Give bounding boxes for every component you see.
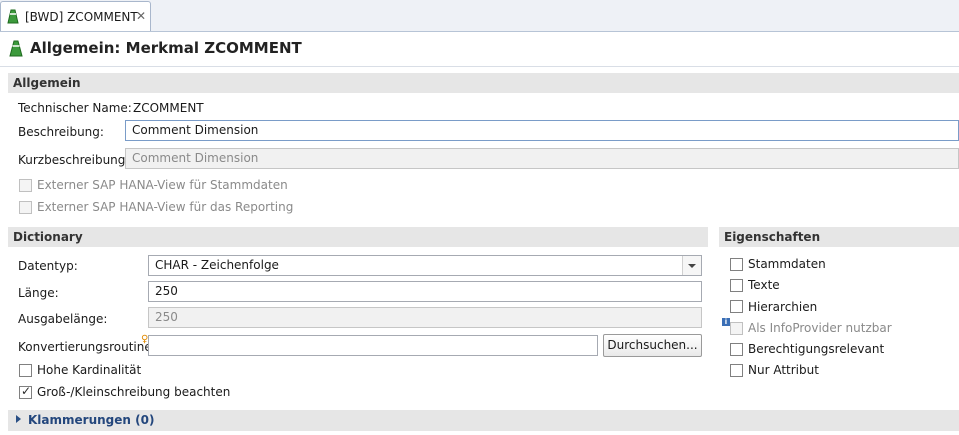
conversion-field[interactable]	[148, 335, 598, 356]
infoprovider-checkbox[interactable]	[730, 322, 743, 335]
texts-label: Texte	[748, 278, 780, 292]
browse-button[interactable]: Durchsuchen...	[603, 334, 702, 357]
editor-tab[interactable]: [BWD] ZCOMMENT ✕	[0, 1, 151, 31]
datatype-label: Datentyp:	[18, 259, 78, 273]
brackets-section[interactable]: Klammerungen (0)	[8, 410, 959, 431]
technical-name-value: ZCOMMENT	[133, 101, 204, 115]
divider	[0, 66, 959, 67]
hana-master-checkbox[interactable]	[19, 179, 32, 192]
hierarchies-checkbox[interactable]	[730, 300, 743, 313]
description-field[interactable]: Comment Dimension	[125, 120, 959, 141]
master-data-label: Stammdaten	[748, 257, 826, 271]
high-cardinality-checkbox[interactable]	[19, 364, 32, 377]
infoprovider-label: Als InfoProvider nutzbar	[748, 321, 892, 335]
conversion-label: Konvertierungsroutine:	[18, 340, 156, 354]
page-title: Allgemein: Merkmal ZCOMMENT	[30, 39, 302, 57]
section-properties-header: Eigenschaften	[719, 227, 959, 247]
short-description-label: Kurzbeschreibung:	[18, 153, 130, 167]
section-allgemein-header: Allgemein	[8, 73, 959, 93]
case-sensitive-checkbox[interactable]	[19, 384, 32, 399]
infoobject-icon	[8, 39, 24, 60]
output-length-label: Ausgabelänge:	[18, 312, 108, 326]
chevron-right-icon[interactable]	[16, 415, 21, 423]
attribute-only-checkbox[interactable]	[730, 364, 743, 377]
close-icon[interactable]: ✕	[136, 9, 146, 23]
hana-master-label: Externer SAP HANA-View für Stammdaten	[37, 178, 288, 192]
brackets-label[interactable]: Klammerungen (0)	[28, 413, 154, 427]
technical-name-label: Technischer Name:	[18, 101, 132, 115]
section-title: Eigenschaften	[724, 230, 821, 244]
authorization-checkbox[interactable]	[730, 343, 743, 356]
hana-reporting-label: Externer SAP HANA-View für das Reporting	[37, 200, 294, 214]
texts-checkbox[interactable]	[730, 279, 743, 292]
infoobject-icon	[6, 8, 20, 27]
description-label: Beschreibung:	[18, 125, 104, 139]
attribute-only-label: Nur Attribut	[748, 363, 819, 377]
info-icon: i	[722, 318, 730, 326]
hierarchies-label: Hierarchien	[748, 300, 818, 314]
length-field[interactable]: 250	[148, 281, 702, 302]
master-data-checkbox[interactable]	[730, 258, 743, 271]
hana-reporting-checkbox[interactable]	[19, 201, 32, 214]
section-dictionary-header: Dictionary	[8, 227, 708, 247]
tab-label: [BWD] ZCOMMENT	[25, 10, 138, 24]
length-label: Länge:	[18, 286, 59, 300]
high-cardinality-label: Hohe Kardinalität	[37, 363, 142, 377]
authorization-label: Berechtigungsrelevant	[748, 342, 885, 356]
datatype-value: CHAR - Zeichenfolge	[155, 258, 279, 272]
section-title: Allgemein	[13, 76, 81, 90]
output-length-field[interactable]: 250	[148, 307, 702, 328]
section-title: Dictionary	[13, 230, 83, 244]
case-sensitive-label: Groß-/Kleinschreibung beachten	[37, 385, 231, 399]
datatype-dropdown[interactable]: CHAR - Zeichenfolge	[148, 255, 702, 276]
chevron-down-icon[interactable]	[682, 256, 701, 275]
short-description-field[interactable]: Comment Dimension	[125, 148, 959, 169]
